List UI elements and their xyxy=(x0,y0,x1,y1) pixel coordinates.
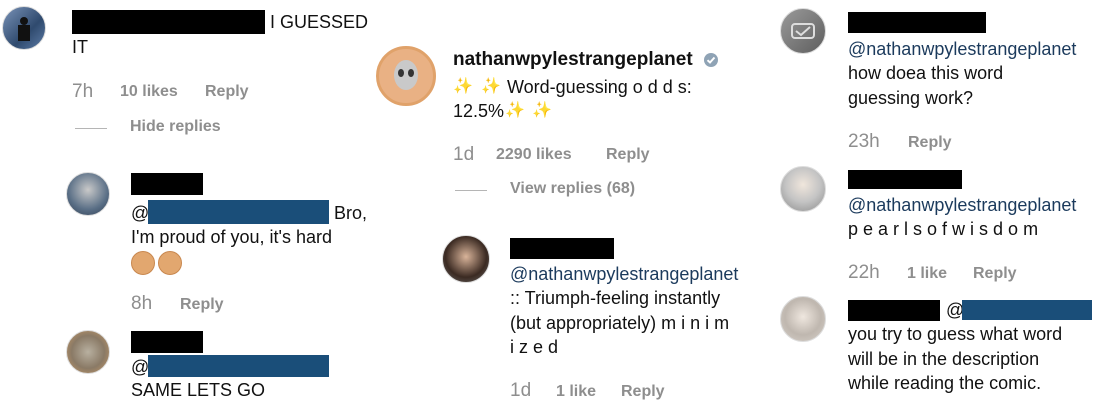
comment-text-line2: guessing work? xyxy=(848,88,974,108)
hide-replies-button[interactable]: Hide replies xyxy=(130,118,221,136)
mention-link[interactable]: @nathanwpylestrangeplanet xyxy=(848,37,1076,61)
avatar[interactable] xyxy=(66,330,110,374)
caption-line1: Word-guessing o d d s: xyxy=(507,77,692,97)
person-silhouette-icon xyxy=(18,17,30,41)
redacted-mention[interactable] xyxy=(148,200,329,224)
avatar[interactable] xyxy=(2,6,46,50)
reply-button[interactable]: Reply xyxy=(606,146,650,164)
reply-button[interactable]: Reply xyxy=(621,383,665,401)
redacted-username xyxy=(848,170,962,189)
badge-avatar-icon xyxy=(791,23,815,39)
mention-link[interactable]: @nathanwpylestrangeplanet xyxy=(848,193,1076,217)
reply-button[interactable]: Reply xyxy=(973,265,1017,283)
timestamp: 8h xyxy=(131,293,153,314)
reply-button[interactable]: Reply xyxy=(908,134,952,152)
redacted-mention[interactable] xyxy=(148,355,329,377)
comment-text-line1: you try to guess what word xyxy=(848,324,1063,344)
redacted-username xyxy=(510,238,614,259)
avatar[interactable] xyxy=(442,235,490,283)
avatar[interactable] xyxy=(376,46,436,106)
caption-line2: 12.5% xyxy=(453,101,505,121)
mention-at: @ xyxy=(131,203,150,223)
redacted-username xyxy=(848,300,940,321)
sparkle-icon: ✨ xyxy=(532,102,552,119)
likes-count[interactable]: 2290 likes xyxy=(496,146,572,164)
likes-count[interactable]: 10 likes xyxy=(120,83,178,101)
comment-text-line3: while reading the comic. xyxy=(848,373,1042,393)
comment-text-line2: IT xyxy=(72,37,88,57)
redacted-username xyxy=(131,331,203,353)
reply-button[interactable]: Reply xyxy=(180,296,224,314)
likes-count[interactable]: 1 like xyxy=(907,265,947,283)
verified-badge-icon xyxy=(704,53,718,67)
comment-text: I GUESSED xyxy=(270,12,369,32)
redacted-username xyxy=(848,12,986,33)
view-replies-button[interactable]: View replies (68) xyxy=(510,180,635,198)
divider xyxy=(455,190,487,191)
timestamp: 1d xyxy=(453,144,475,165)
mention-at: @ xyxy=(131,357,150,377)
avatar[interactable] xyxy=(780,166,826,212)
avatar[interactable] xyxy=(780,8,826,54)
redacted-username xyxy=(131,173,203,195)
comment-text: SAME LETS GO xyxy=(131,380,266,400)
comment-text-line2: I'm proud of you, it's hard xyxy=(131,227,332,247)
likes-count[interactable]: 1 like xyxy=(556,383,596,401)
timestamp: 23h xyxy=(848,131,880,152)
timestamp: 7h xyxy=(72,81,94,102)
avatar[interactable] xyxy=(780,296,826,342)
comment-text-line2: (but appropriately) m i n i m xyxy=(510,313,730,333)
comment-text-line1: how doea this word xyxy=(848,63,1004,83)
emoji-icon xyxy=(131,251,155,275)
sparkle-icon: ✨ xyxy=(481,78,501,95)
comment-text-line3: i z e d xyxy=(510,337,559,357)
avatar[interactable] xyxy=(66,172,110,216)
divider xyxy=(75,128,107,129)
timestamp: 22h xyxy=(848,262,880,283)
sparkle-icon: ✨ xyxy=(505,102,525,119)
timestamp: 1d xyxy=(510,380,532,401)
redacted-username xyxy=(72,10,265,34)
mention-link[interactable]: @nathanwpylestrangeplanet xyxy=(510,262,738,286)
comment-text-line2: will be in the description xyxy=(848,349,1040,369)
comment-text-line1: p e a r l s o f w i s d o m xyxy=(848,219,1039,239)
comment-text: Bro, xyxy=(334,203,368,223)
redacted-mention[interactable] xyxy=(962,300,1092,320)
reply-button[interactable]: Reply xyxy=(205,83,249,101)
comment-text-line1: :: Triumph-feeling instantly xyxy=(510,288,721,308)
username[interactable]: nathanwpylestrangeplanet xyxy=(453,49,693,71)
sparkle-icon: ✨ xyxy=(453,78,473,95)
emoji-icon xyxy=(158,251,182,275)
alien-avatar-icon xyxy=(394,60,418,90)
